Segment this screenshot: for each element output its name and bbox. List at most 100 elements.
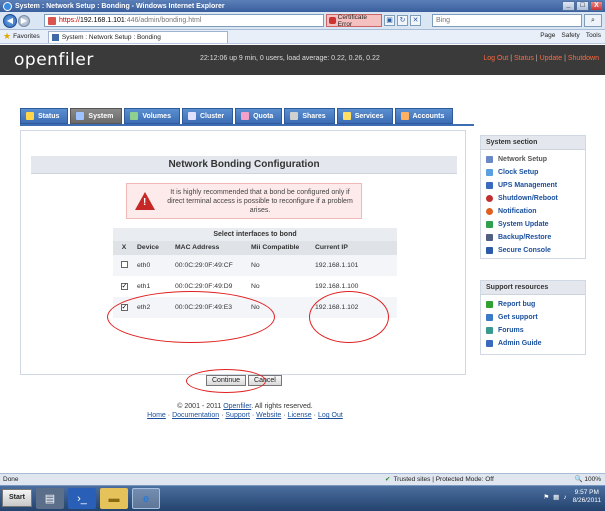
tab-shares[interactable]: Shares bbox=[284, 108, 335, 124]
tab-cluster[interactable]: Cluster bbox=[181, 108, 234, 124]
powershell-icon[interactable]: ›_ bbox=[68, 488, 96, 509]
update-icon bbox=[486, 221, 493, 228]
check-icon: ✔ bbox=[385, 476, 391, 483]
footer-logout-link[interactable]: Log Out bbox=[318, 412, 343, 419]
clock[interactable]: 9:57 PM 8/26/2011 bbox=[573, 489, 601, 505]
tray-flag-icon[interactable]: ⚑ bbox=[543, 493, 549, 501]
openfiler-logo: openfiler bbox=[14, 50, 94, 70]
tab-services[interactable]: Services bbox=[336, 108, 393, 124]
internet-explorer-icon[interactable]: e bbox=[132, 488, 160, 509]
favorites-button[interactable]: ★ Favorites bbox=[3, 31, 40, 42]
main-panel: Network Bonding Configuration It is high… bbox=[20, 130, 466, 393]
footer-website-link[interactable]: Website bbox=[256, 412, 281, 419]
close-button[interactable]: X bbox=[590, 1, 603, 11]
status-link[interactable]: Status bbox=[514, 55, 534, 62]
sidebar-item-label: Clock Setup bbox=[498, 169, 539, 176]
address-actions: ▣ ↻ ✕ bbox=[384, 15, 421, 26]
zoom-control[interactable]: 🔍 100% bbox=[574, 475, 601, 483]
main-tabs: Status System Volumes Cluster Quota Shar… bbox=[20, 108, 454, 124]
support-item-get-support[interactable]: Get support bbox=[481, 311, 585, 324]
safety-menu[interactable]: Safety bbox=[561, 32, 579, 39]
tab-label: Accounts bbox=[412, 112, 445, 120]
tab-system[interactable]: System bbox=[70, 108, 123, 124]
url-input[interactable]: https:// 192.168.1.101 :446/admin/bondin… bbox=[44, 14, 324, 27]
forward-button[interactable]: ▶ bbox=[18, 14, 30, 27]
footer-home-link[interactable]: Home bbox=[147, 412, 166, 419]
openfiler-header: openfiler 22:12:06 up 9 min, 0 users, lo… bbox=[0, 45, 605, 75]
taskbar-pinned: ▤ ›_ ▬ e bbox=[36, 488, 160, 509]
certificate-error-button[interactable]: Certificate Error bbox=[326, 14, 382, 28]
power-icon bbox=[486, 195, 493, 202]
sidebar-item-label: Notification bbox=[498, 208, 537, 215]
minimize-button[interactable]: _ bbox=[562, 1, 575, 11]
mac-cell: 00:0C:29:0F:49:CF bbox=[175, 262, 233, 269]
support-item-report-bug[interactable]: Report bug bbox=[481, 298, 585, 311]
page-favicon-icon bbox=[51, 33, 59, 41]
refresh-icon[interactable]: ↻ bbox=[397, 15, 408, 26]
select-eth1-checkbox[interactable]: ✓ bbox=[120, 283, 128, 290]
tray-network-icon[interactable]: ▦ bbox=[553, 493, 559, 501]
sidebar-item-notification[interactable]: Notification bbox=[481, 205, 585, 218]
sidebar-item-label: Secure Console bbox=[498, 247, 551, 254]
tab-status[interactable]: Status bbox=[20, 108, 69, 124]
page-title: Network Bonding Configuration bbox=[31, 156, 457, 174]
guide-icon bbox=[486, 340, 493, 347]
sidebar-item-system-update[interactable]: System Update bbox=[481, 218, 585, 231]
footer-documentation-link[interactable]: Documentation bbox=[172, 412, 219, 419]
sidebar-item-shutdown-reboot[interactable]: Shutdown/Reboot bbox=[481, 192, 585, 205]
rights-text: . All rights reserved. bbox=[251, 403, 313, 410]
select-eth0-checkbox[interactable] bbox=[120, 261, 128, 268]
tray-volume-icon[interactable]: ♪ bbox=[563, 494, 566, 501]
back-button[interactable]: ◀ bbox=[3, 13, 17, 28]
support-resources: Support resources Report bug Get support… bbox=[480, 280, 586, 355]
support-item-forums[interactable]: Forums bbox=[481, 324, 585, 337]
system-tray: ⚑ ▦ ♪ 9:57 PM 8/26/2011 bbox=[543, 489, 601, 505]
tab-accounts[interactable]: Accounts bbox=[394, 108, 454, 124]
sidebar-item-label: Admin Guide bbox=[498, 340, 542, 347]
tab-quota[interactable]: Quota bbox=[235, 108, 283, 124]
browser-tab[interactable]: System : Network Setup : Bonding bbox=[47, 30, 228, 43]
uptime-status: 22:12:06 up 9 min, 0 users, load average… bbox=[200, 55, 380, 62]
openfiler-link[interactable]: Openfiler bbox=[223, 403, 251, 410]
security-zone[interactable]: ✔ Trusted sites | Protected Mode: Off bbox=[385, 475, 494, 484]
start-button[interactable]: Start bbox=[2, 489, 32, 507]
stop-icon[interactable]: ✕ bbox=[410, 15, 421, 26]
table-header: X Device MAC Address Mii Compatible Curr… bbox=[113, 241, 397, 255]
status-bar: Done ✔ Trusted sites | Protected Mode: O… bbox=[0, 473, 605, 485]
shutdown-link[interactable]: Shutdown bbox=[568, 55, 599, 62]
sidebar-item-label: Network Setup bbox=[498, 156, 548, 163]
footer-support-link[interactable]: Support bbox=[225, 412, 250, 419]
shield-icon bbox=[329, 17, 336, 24]
page-menu[interactable]: Page bbox=[540, 32, 555, 39]
search-icon[interactable]: ⌕ bbox=[584, 14, 602, 27]
logout-link[interactable]: Log Out bbox=[483, 55, 508, 62]
address-bar: ◀ ▶ https:// 192.168.1.101 :446/admin/bo… bbox=[0, 12, 605, 30]
tab-volumes[interactable]: Volumes bbox=[124, 108, 180, 124]
tools-menu[interactable]: Tools bbox=[586, 32, 601, 39]
clock-icon bbox=[486, 169, 493, 176]
tab-label: Status bbox=[38, 112, 60, 120]
support-item-admin-guide[interactable]: Admin Guide bbox=[481, 337, 585, 350]
sidebar-item-clock-setup[interactable]: Clock Setup bbox=[481, 166, 585, 179]
tab-label: Services bbox=[354, 112, 384, 120]
update-link[interactable]: Update bbox=[540, 55, 563, 62]
sidebar-item-network-setup[interactable]: Network Setup bbox=[481, 153, 585, 166]
page-footer: © 2001 - 2011 Openfiler. All rights rese… bbox=[0, 402, 490, 420]
sidebar-item-label: Forums bbox=[498, 327, 524, 334]
start-label: Start bbox=[9, 494, 25, 501]
footer-license-link[interactable]: License bbox=[288, 412, 312, 419]
server-manager-icon[interactable]: ▤ bbox=[36, 488, 64, 509]
maximize-button[interactable]: □ bbox=[576, 1, 589, 11]
sidebar-item-backup-restore[interactable]: Backup/Restore bbox=[481, 231, 585, 244]
folder-icon[interactable]: ▬ bbox=[100, 488, 128, 509]
sidebar-item-secure-console[interactable]: Secure Console bbox=[481, 244, 585, 257]
favorites-label: Favorites bbox=[13, 33, 40, 40]
system-section: System section Network Setup Clock Setup… bbox=[480, 135, 586, 259]
sidebar-item-ups-management[interactable]: UPS Management bbox=[481, 179, 585, 192]
sidebar-item-label: Report bug bbox=[498, 301, 536, 308]
search-input[interactable]: Bing bbox=[432, 14, 582, 27]
device-cell: eth1 bbox=[137, 283, 151, 290]
mac-cell: 00:0C:29:0F:49:D9 bbox=[175, 283, 233, 290]
ip-cell: 192.168.1.100 bbox=[315, 283, 359, 290]
compatibility-icon[interactable]: ▣ bbox=[384, 15, 395, 26]
